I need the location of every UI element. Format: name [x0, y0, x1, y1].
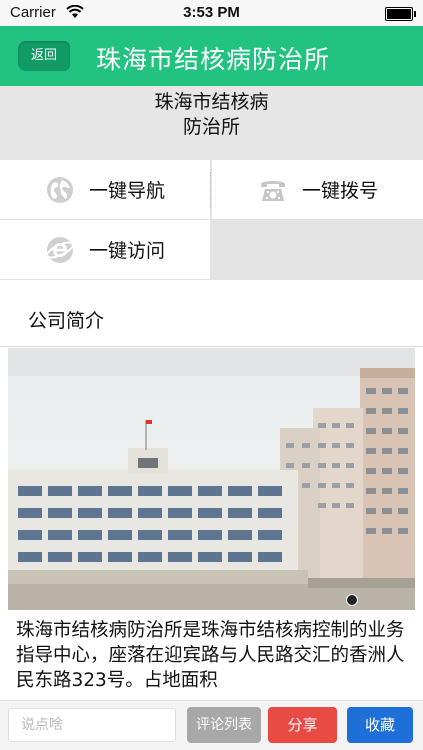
- org-name-line2: 防治所: [182, 116, 240, 138]
- comment-list-button[interactable]: 评论列表: [187, 707, 261, 743]
- org-name-line1: 珠海市结核病: [154, 91, 269, 113]
- status-bar: Carrier 3:53 PM: [0, 0, 423, 26]
- phone-icon: [261, 180, 285, 201]
- navigate-button[interactable]: 一键导航: [0, 160, 210, 219]
- globe-icon: [47, 176, 73, 203]
- nav-bar: 返回 珠海市结核病防治所: [0, 26, 423, 86]
- org-name-header: 珠海市结核病 防治所: [0, 86, 423, 160]
- section-divider: [0, 346, 423, 347]
- carousel-indicator[interactable]: [346, 594, 358, 606]
- dial-label: 一键拨号: [302, 180, 379, 202]
- comment-input[interactable]: [8, 708, 176, 742]
- company-description: 珠海市结核病防治所是珠海市结核病控制的业务指导中心，座落在迎宾路与人民路交汇的香…: [16, 620, 405, 691]
- section-title: 公司简介: [0, 296, 423, 346]
- battery-icon: [385, 7, 416, 21]
- building-photo[interactable]: [8, 348, 415, 610]
- back-button[interactable]: 返回: [18, 41, 70, 71]
- quick-actions: 一键导航 一键拨号 一键访问: [0, 160, 423, 280]
- photo-illustration: [8, 348, 415, 610]
- status-time: 3:53 PM: [183, 4, 240, 21]
- visit-label: 一键访问: [89, 240, 166, 262]
- dial-button[interactable]: 一键拨号: [212, 160, 423, 219]
- bottom-toolbar: 评论列表 分享 收藏: [0, 700, 423, 750]
- visit-button[interactable]: 一键访问: [0, 220, 210, 279]
- share-button[interactable]: 分享: [268, 707, 337, 743]
- navigate-label: 一键导航: [89, 180, 166, 202]
- page-title: 珠海市结核病防治所: [96, 45, 331, 74]
- favorite-button[interactable]: 收藏: [347, 707, 413, 743]
- ie-browser-icon: [46, 236, 74, 263]
